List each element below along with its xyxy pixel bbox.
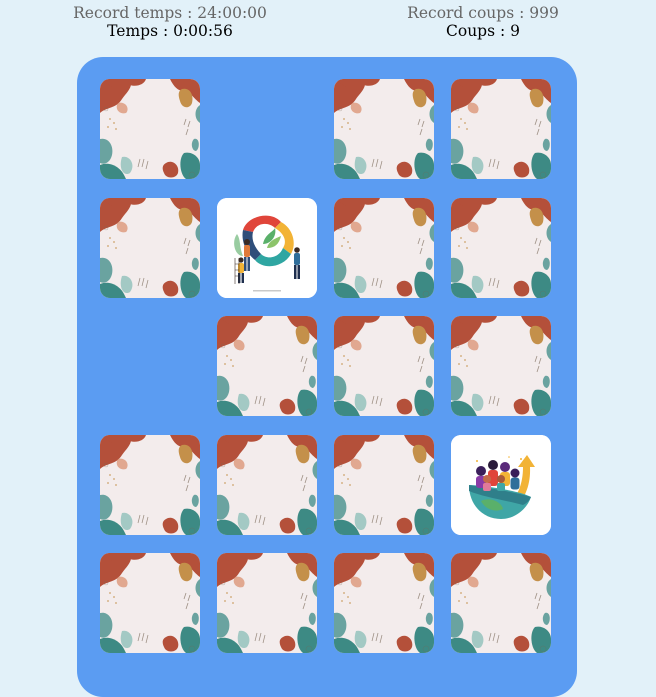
card-facedown[interactable] — [451, 79, 551, 179]
elapsed-time: Temps : 0:00:56 — [107, 22, 233, 40]
teamwork-puzzle-illustration — [217, 197, 317, 298]
stats-right: Record coups : 999 Coups : 9 — [353, 4, 613, 40]
card-back-pattern — [451, 197, 551, 298]
record-time: Record temps : 24:00:00 — [73, 4, 267, 22]
card-back-pattern — [334, 434, 434, 535]
card-facedown[interactable] — [334, 197, 434, 298]
team-growth-illustration — [451, 434, 551, 535]
card-back-pattern — [100, 434, 200, 535]
card-back-pattern — [451, 79, 551, 179]
card-facedown[interactable] — [334, 553, 434, 653]
stats-left: Record temps : 24:00:00 Temps : 0:00:56 — [40, 4, 300, 40]
card-facedown[interactable] — [451, 197, 551, 298]
record-moves: Record coups : 999 — [407, 4, 559, 22]
move-count: Coups : 9 — [446, 22, 520, 40]
card-facedown[interactable] — [217, 434, 317, 535]
card-back-pattern — [217, 434, 317, 535]
card-facedown[interactable] — [100, 197, 200, 298]
card-back-pattern — [334, 553, 434, 653]
card-back-pattern — [217, 553, 317, 653]
card-back-pattern — [100, 79, 200, 179]
card-face-team-growth[interactable] — [451, 434, 551, 535]
card-facedown[interactable] — [100, 553, 200, 653]
card-back-pattern — [334, 79, 434, 179]
card-facedown[interactable] — [217, 553, 317, 653]
card-back-pattern — [100, 553, 200, 653]
card-facedown[interactable] — [334, 79, 434, 179]
memory-board — [77, 57, 577, 697]
card-facedown[interactable] — [451, 316, 551, 416]
card-back-pattern — [451, 553, 551, 653]
card-back-pattern — [334, 197, 434, 298]
card-facedown[interactable] — [334, 316, 434, 416]
card-facedown[interactable] — [451, 553, 551, 653]
card-facedown[interactable] — [100, 79, 200, 179]
card-back-pattern — [217, 316, 317, 416]
card-back-pattern — [334, 316, 434, 416]
card-facedown[interactable] — [217, 316, 317, 416]
card-facedown[interactable] — [334, 434, 434, 535]
card-back-pattern — [451, 316, 551, 416]
card-back-pattern — [100, 197, 200, 298]
card-facedown[interactable] — [100, 434, 200, 535]
card-face-teamwork-puzzle[interactable] — [217, 197, 317, 298]
